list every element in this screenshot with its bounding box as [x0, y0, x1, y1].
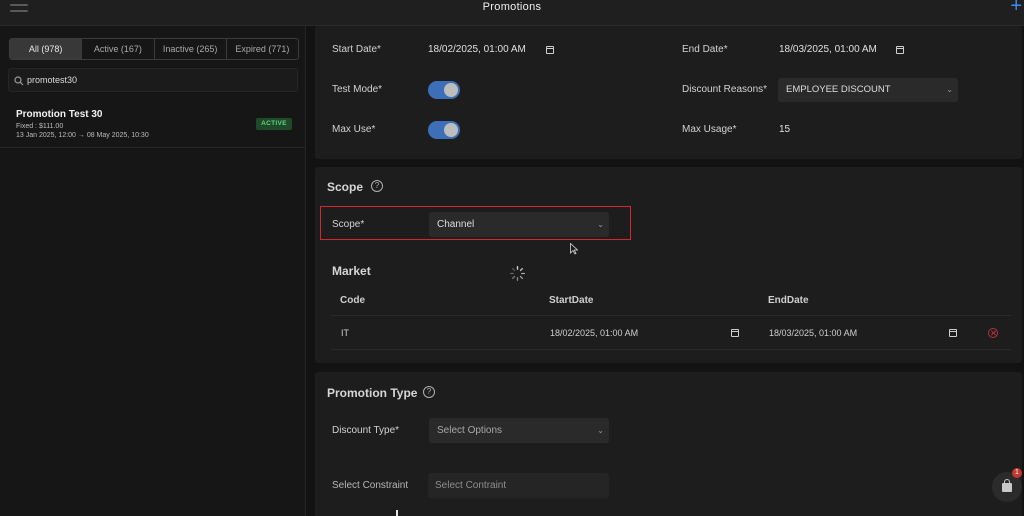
market-column-startdate: StartDate: [549, 295, 594, 306]
remove-market-icon[interactable]: [988, 328, 998, 338]
select-constraint-placeholder: Select Contraint: [435, 480, 507, 491]
max-use-label: Max Use*: [332, 124, 376, 135]
status-badge: ACTIVE: [256, 118, 292, 130]
test-mode-toggle[interactable]: [428, 81, 460, 99]
add-promotion-button[interactable]: +: [1010, 0, 1022, 16]
help-icon[interactable]: ?: [423, 386, 435, 398]
chevron-down-icon: ⌄: [946, 85, 953, 94]
scope-select[interactable]: Channel ⌄: [429, 212, 609, 237]
start-date-label: Start Date*: [332, 44, 381, 55]
scope-value: Channel: [437, 219, 475, 230]
scope-panel: [315, 167, 1022, 363]
search-box: [8, 68, 298, 92]
market-start-calendar-icon[interactable]: [731, 329, 739, 337]
tab-expired[interactable]: Expired (771): [227, 39, 298, 59]
max-use-toggle[interactable]: [428, 121, 460, 139]
cart-count-badge: 1: [1012, 468, 1022, 478]
discount-type-select[interactable]: Select Options ⌄: [429, 418, 609, 443]
select-constraint-label: Select Constraint: [332, 480, 409, 491]
scope-section-title: Scope: [327, 180, 364, 194]
search-icon: [14, 76, 24, 86]
discount-reasons-select[interactable]: EMPLOYEE DISCOUNT ⌄: [778, 78, 958, 102]
market-end-calendar-icon[interactable]: [949, 329, 957, 337]
market-column-enddate: EndDate: [768, 295, 809, 306]
promotion-list-item[interactable]: Promotion Test 30 Fixed : $111.00 13 Jan…: [0, 104, 306, 148]
discount-type-label: Discount Type*: [332, 425, 400, 436]
text-cursor-icon: [396, 510, 398, 516]
max-usage-label: Max Usage*: [682, 124, 737, 135]
top-bar: Promotions +: [0, 0, 1024, 26]
promotion-value: Fixed : $111.00: [16, 123, 64, 130]
promotion-list-panel: All (978) Active (167) Inactive (265) Ex…: [0, 26, 306, 516]
end-date-calendar-icon[interactable]: [896, 46, 904, 54]
start-date-field[interactable]: 18/02/2025, 01:00 AM: [428, 44, 526, 55]
promotion-type-panel: [315, 372, 1022, 516]
promotion-name: Promotion Test 30: [16, 109, 103, 120]
market-column-code: Code: [340, 295, 365, 306]
filter-tabs: All (978) Active (167) Inactive (265) Ex…: [9, 38, 299, 60]
tab-active[interactable]: Active (167): [82, 39, 155, 59]
market-header-divider: [331, 315, 1011, 316]
market-section-title: Market: [332, 264, 371, 278]
end-date-label: End Date*: [682, 44, 728, 55]
end-date-field[interactable]: 18/03/2025, 01:00 AM: [779, 44, 877, 55]
tab-inactive[interactable]: Inactive (265): [155, 39, 227, 59]
tab-all[interactable]: All (978): [10, 39, 83, 59]
cart-button[interactable]: 1: [992, 468, 1022, 502]
page-title: Promotions: [482, 1, 542, 13]
market-row-start-field[interactable]: 18/02/2025, 01:00 AM: [550, 328, 638, 338]
promotion-dates: 13 Jan 2025, 12:00 → 08 May 2025, 10:30: [16, 132, 149, 139]
scope-label: Scope*: [332, 219, 365, 230]
loading-spinner-icon: [510, 266, 525, 281]
promotion-type-section-title: Promotion Type: [327, 386, 418, 400]
chevron-down-icon: ⌄: [597, 426, 604, 435]
discount-type-placeholder: Select Options: [437, 425, 503, 436]
help-icon[interactable]: ?: [371, 180, 383, 192]
start-date-calendar-icon[interactable]: [546, 46, 554, 54]
market-row-code: IT: [341, 328, 349, 338]
chevron-down-icon: ⌄: [597, 220, 604, 229]
market-row-end-field[interactable]: 18/03/2025, 01:00 AM: [769, 328, 857, 338]
market-row-divider: [331, 349, 1011, 350]
mouse-pointer-icon: [570, 243, 578, 255]
shopping-bag-icon: [1002, 479, 1012, 492]
discount-reasons-label: Discount Reasons*: [682, 84, 768, 95]
test-mode-label: Test Mode*: [332, 84, 383, 95]
max-usage-field[interactable]: 15: [779, 124, 790, 135]
discount-reasons-value: EMPLOYEE DISCOUNT: [786, 84, 891, 95]
search-input[interactable]: [27, 69, 287, 91]
select-constraint-field[interactable]: Select Contraint: [428, 473, 609, 498]
